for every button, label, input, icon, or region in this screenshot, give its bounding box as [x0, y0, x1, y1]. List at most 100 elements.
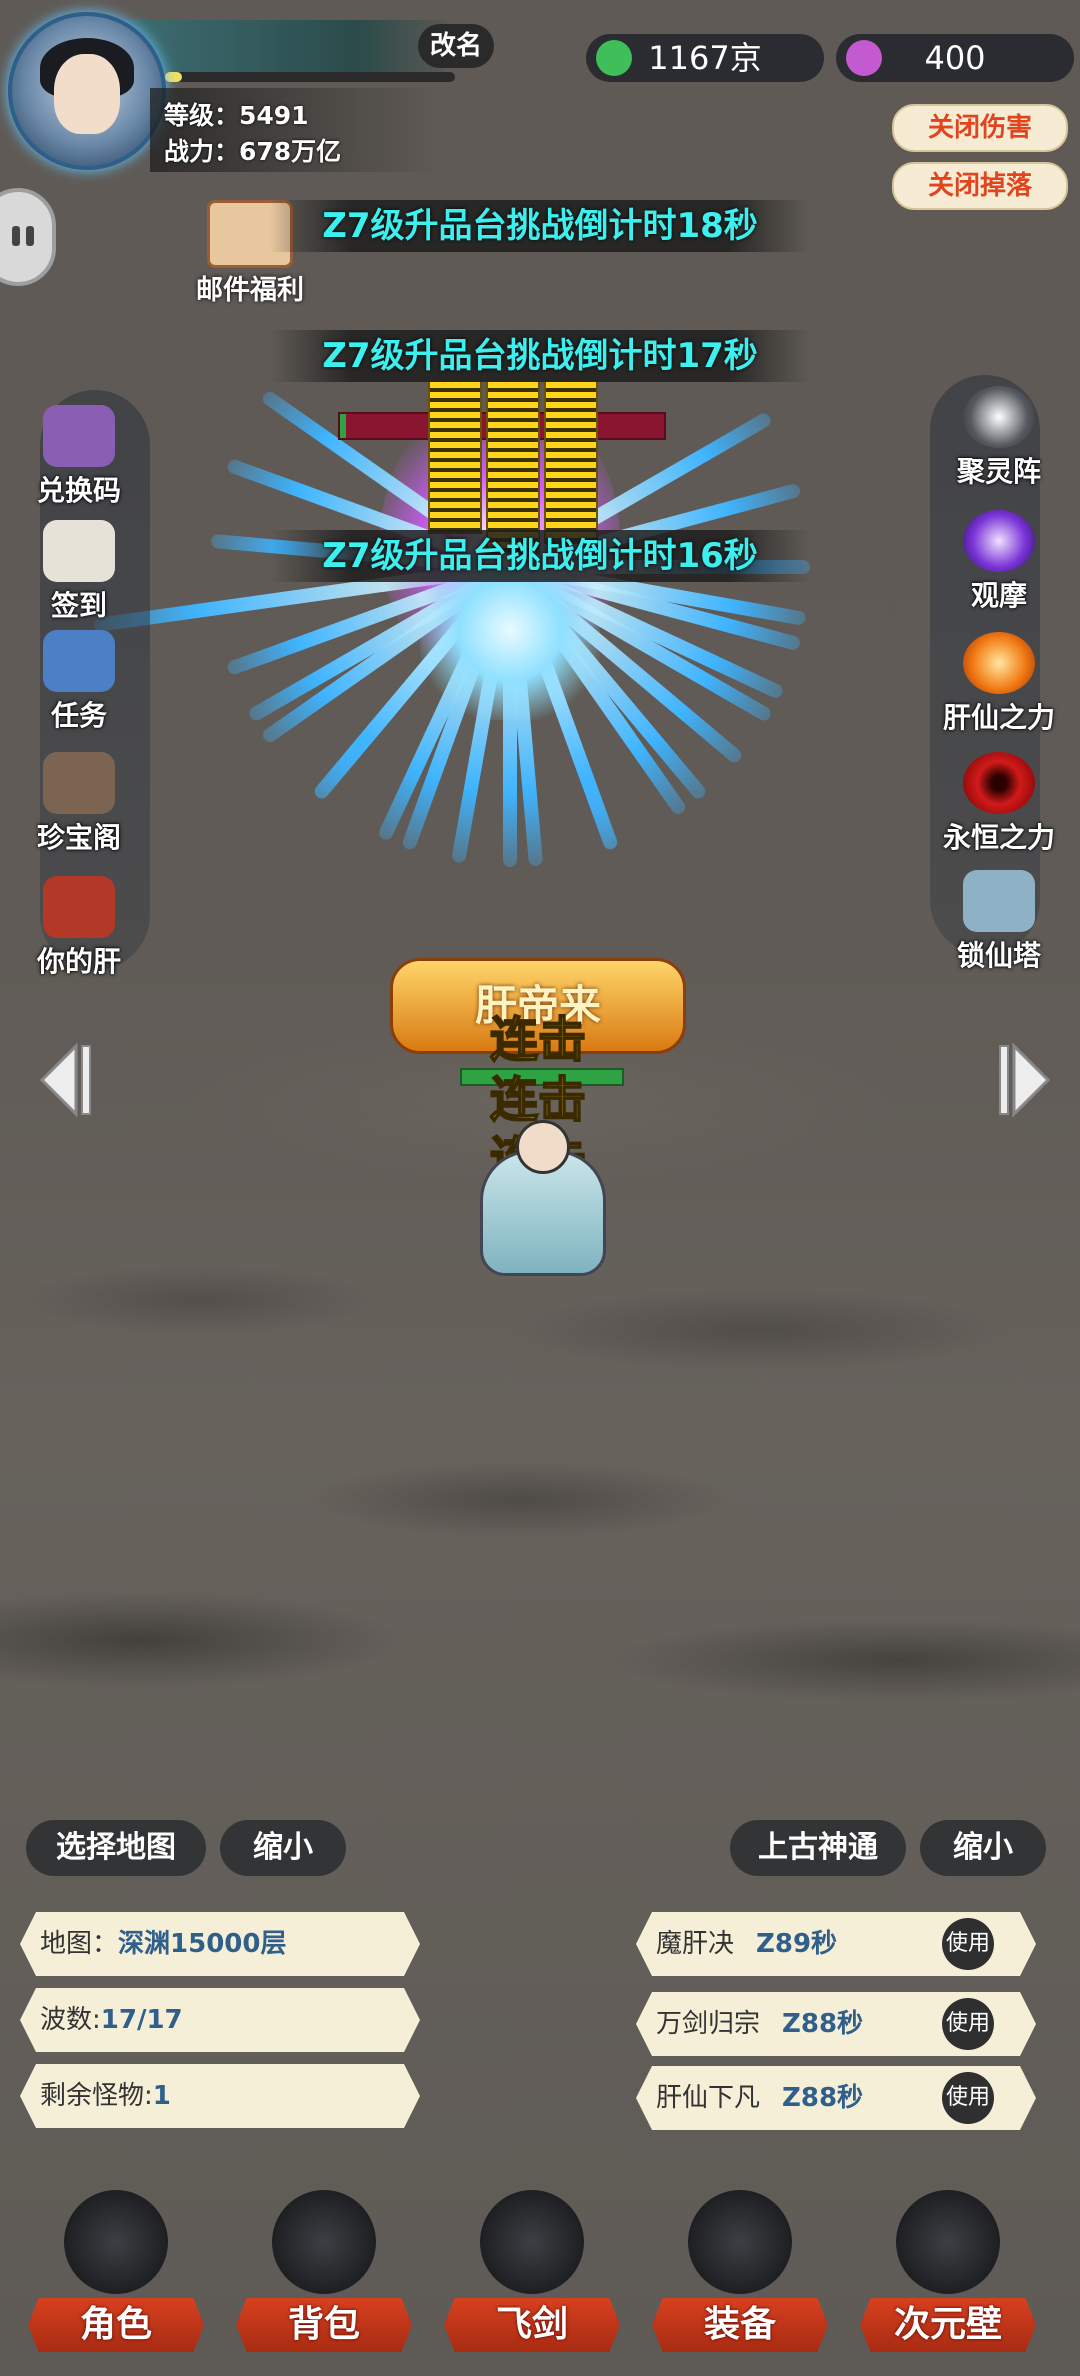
xp-bar — [165, 72, 455, 82]
tower-icon — [963, 870, 1035, 932]
right-arrow-icon[interactable] — [994, 1040, 1054, 1120]
liver-icon — [43, 876, 115, 938]
menu-spirit-array[interactable]: 聚灵阵 — [934, 386, 1064, 490]
pavilion-icon — [43, 752, 115, 814]
player-avatar[interactable] — [8, 12, 166, 170]
nav-character[interactable]: 角色 — [28, 2190, 204, 2360]
nav-label: 次元壁 — [860, 2298, 1036, 2352]
spirit-array-icon — [963, 386, 1035, 448]
skill-cooldown: Z88秒 — [782, 2009, 864, 2039]
remaining-value: 1 — [152, 2081, 171, 2111]
dimension-wall-icon — [896, 2190, 1000, 2294]
nav-bag[interactable]: 背包 — [236, 2190, 412, 2360]
orb-amount: 400 — [924, 39, 986, 77]
player-level: 等级：5491 — [164, 101, 309, 130]
avatar-face — [54, 54, 120, 134]
use-skill-button[interactable]: 使用 — [942, 1918, 994, 1970]
gem-currency[interactable]: 1167京 — [586, 34, 824, 82]
map-info: 地图：深渊15000层 — [20, 1912, 420, 1976]
menu-liver-immortal-power[interactable]: 肝仙之力 — [934, 632, 1064, 736]
player-hero-sprite — [450, 1120, 630, 1280]
chat-icon-bar — [12, 226, 20, 246]
shrink-left-button[interactable]: 缩小 — [220, 1820, 346, 1876]
character-icon — [64, 2190, 168, 2294]
chat-icon-bar — [26, 226, 34, 246]
red-eye-orb-icon — [963, 752, 1035, 814]
menu-eternal-power[interactable]: 永恒之力 — [934, 752, 1064, 856]
skill-row: 魔肝决 Z89秒 使用 — [636, 1912, 1036, 1976]
hero-head — [516, 1120, 570, 1174]
menu-label: 聚灵阵 — [956, 455, 1041, 488]
skill-cooldown: Z89秒 — [756, 1929, 838, 1959]
skill-name: 肝仙下凡 — [656, 2083, 761, 2113]
countdown-banner: Z7级升品台挑战倒计时16秒 — [270, 530, 810, 582]
nav-dimension-wall[interactable]: 次元壁 — [860, 2190, 1036, 2360]
select-map-button[interactable]: 选择地图 — [26, 1820, 206, 1876]
nav-label: 装备 — [652, 2298, 828, 2352]
profile-banner — [120, 20, 460, 72]
flying-sword-icon — [480, 2190, 584, 2294]
scroll-icon — [43, 520, 115, 582]
remaining-monsters-info: 剩余怪物:1 — [20, 2064, 420, 2128]
player-power: 战力：678万亿 — [164, 137, 342, 166]
menu-observe[interactable]: 观摩 — [934, 510, 1064, 614]
menu-label: 珍宝阁 — [36, 821, 121, 854]
menu-quests[interactable]: 任务 — [14, 630, 144, 734]
toggle-damage-button[interactable]: 关闭伤害 — [892, 104, 1068, 152]
menu-your-liver[interactable]: 你的肝 — [14, 876, 144, 980]
use-skill-button[interactable]: 使用 — [942, 1998, 994, 2050]
map-value: 深渊15000层 — [118, 1929, 287, 1959]
countdown-banner: Z7级升品台挑战倒计时17秒 — [270, 330, 810, 382]
orb-icon — [846, 40, 882, 76]
menu-immortal-tower[interactable]: 锁仙塔 — [934, 870, 1064, 974]
menu-label: 签到 — [50, 589, 107, 622]
menu-label: 兑换码 — [36, 474, 121, 507]
skill-name: 魔肝决 — [656, 1929, 735, 1959]
wave-value: 17/17 — [100, 2005, 183, 2035]
quest-scroll-icon — [43, 630, 115, 692]
gem-amount: 1167京 — [648, 39, 762, 77]
menu-treasure-pavilion[interactable]: 珍宝阁 — [14, 752, 144, 856]
menu-redeem-code[interactable]: 兑换码 — [14, 405, 144, 509]
skill-row: 万剑归宗 Z88秒 使用 — [636, 1992, 1036, 2056]
xp-fill — [165, 72, 183, 82]
skill-cooldown: Z88秒 — [782, 2083, 864, 2113]
gem-icon — [596, 40, 632, 76]
nav-flying-sword[interactable]: 飞剑 — [444, 2190, 620, 2360]
damage-number-stack — [428, 380, 482, 534]
bag-icon — [272, 2190, 376, 2294]
wave-info: 波数:17/17 — [20, 1988, 420, 2052]
map-label: 地图： — [40, 1929, 119, 1959]
boss-hp-fill — [340, 414, 347, 438]
nav-label: 背包 — [236, 2298, 412, 2352]
menu-label: 永恒之力 — [942, 821, 1055, 854]
nav-equipment[interactable]: 装备 — [652, 2190, 828, 2360]
fire-orb-icon — [963, 632, 1035, 694]
menu-label: 观摩 — [970, 579, 1027, 612]
toggle-drops-button[interactable]: 关闭掉落 — [892, 162, 1068, 210]
wave-label: 波数: — [40, 2005, 101, 2035]
menu-label: 锁仙塔 — [956, 939, 1041, 972]
use-skill-button[interactable]: 使用 — [942, 2072, 994, 2124]
nav-label: 角色 — [28, 2298, 204, 2352]
mail-label: 邮件福利 — [196, 275, 304, 306]
chat-button[interactable] — [0, 188, 56, 286]
damage-number-stack — [486, 380, 540, 554]
ancient-power-button[interactable]: 上古神通 — [730, 1820, 906, 1876]
left-arrow-icon[interactable] — [36, 1040, 96, 1120]
rename-button[interactable]: 改名 — [418, 24, 494, 68]
countdown-banner: Z7级升品台挑战倒计时18秒 — [270, 200, 810, 252]
skill-row: 肝仙下凡 Z88秒 使用 — [636, 2066, 1036, 2130]
skill-name: 万剑归宗 — [656, 2009, 761, 2039]
menu-sign-in[interactable]: 签到 — [14, 520, 144, 624]
shrink-right-button[interactable]: 缩小 — [920, 1820, 1046, 1876]
purple-orb-icon — [963, 510, 1035, 572]
nav-label: 飞剑 — [444, 2298, 620, 2352]
treasure-chest-icon — [43, 405, 115, 467]
menu-label: 任务 — [50, 699, 107, 732]
orb-currency[interactable]: 400 — [836, 34, 1074, 82]
damage-number-stack — [544, 380, 598, 544]
menu-label: 你的肝 — [36, 945, 121, 978]
menu-label: 肝仙之力 — [942, 701, 1055, 734]
remaining-label: 剩余怪物: — [40, 2081, 153, 2111]
